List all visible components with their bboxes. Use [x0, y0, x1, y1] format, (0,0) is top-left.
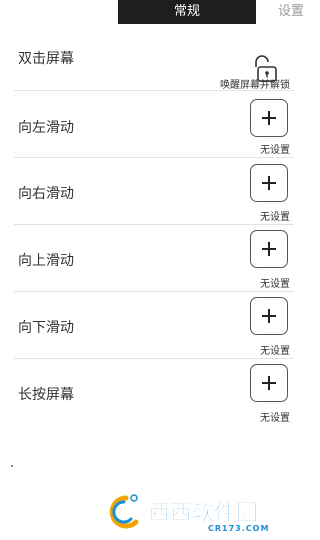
add-action-button[interactable] [250, 364, 288, 402]
row-label: 长按屏幕 [18, 387, 74, 403]
dot [11, 465, 13, 467]
watermark-brand: 西西软件园 [148, 500, 258, 526]
tab-general[interactable]: 常规 [118, 0, 256, 24]
tab-settings[interactable]: 设置 [256, 0, 304, 24]
top-bar: 常规 设置 [0, 0, 304, 24]
gesture-row-swipe-up: 向上滑动 无设置 [0, 225, 304, 292]
row-label: 向上滑动 [18, 253, 74, 269]
add-action-button[interactable] [250, 297, 288, 335]
watermark-logo: 西西软件园 CR173.COM [104, 486, 300, 536]
row-label: 向下滑动 [18, 320, 74, 336]
row-label: 向右滑动 [18, 186, 74, 202]
gesture-row-swipe-right: 向右滑动 无设置 [0, 158, 304, 225]
gesture-row-long-press: 长按屏幕 无设置 [0, 359, 304, 426]
row-caption: 无设置 [260, 413, 290, 424]
gesture-row-double-tap[interactable]: 双击屏幕 唤醒屏幕并解锁 [0, 24, 304, 91]
row-caption: 无设置 [260, 346, 290, 357]
add-action-button[interactable] [250, 230, 288, 268]
row-caption: 无设置 [260, 145, 290, 156]
add-action-button[interactable] [250, 164, 288, 202]
row-caption: 无设置 [260, 212, 290, 223]
row-label: 向左滑动 [18, 120, 74, 136]
row-label: 双击屏幕 [18, 51, 74, 67]
gesture-row-swipe-down: 向下滑动 无设置 [0, 292, 304, 359]
add-action-button[interactable] [250, 99, 288, 137]
watermark-site: CR173.COM [208, 524, 269, 533]
gesture-row-swipe-left: 向左滑动 无设置 [0, 91, 304, 158]
row-caption: 唤醒屏幕并解锁 [220, 80, 290, 91]
row-caption: 无设置 [260, 279, 290, 290]
